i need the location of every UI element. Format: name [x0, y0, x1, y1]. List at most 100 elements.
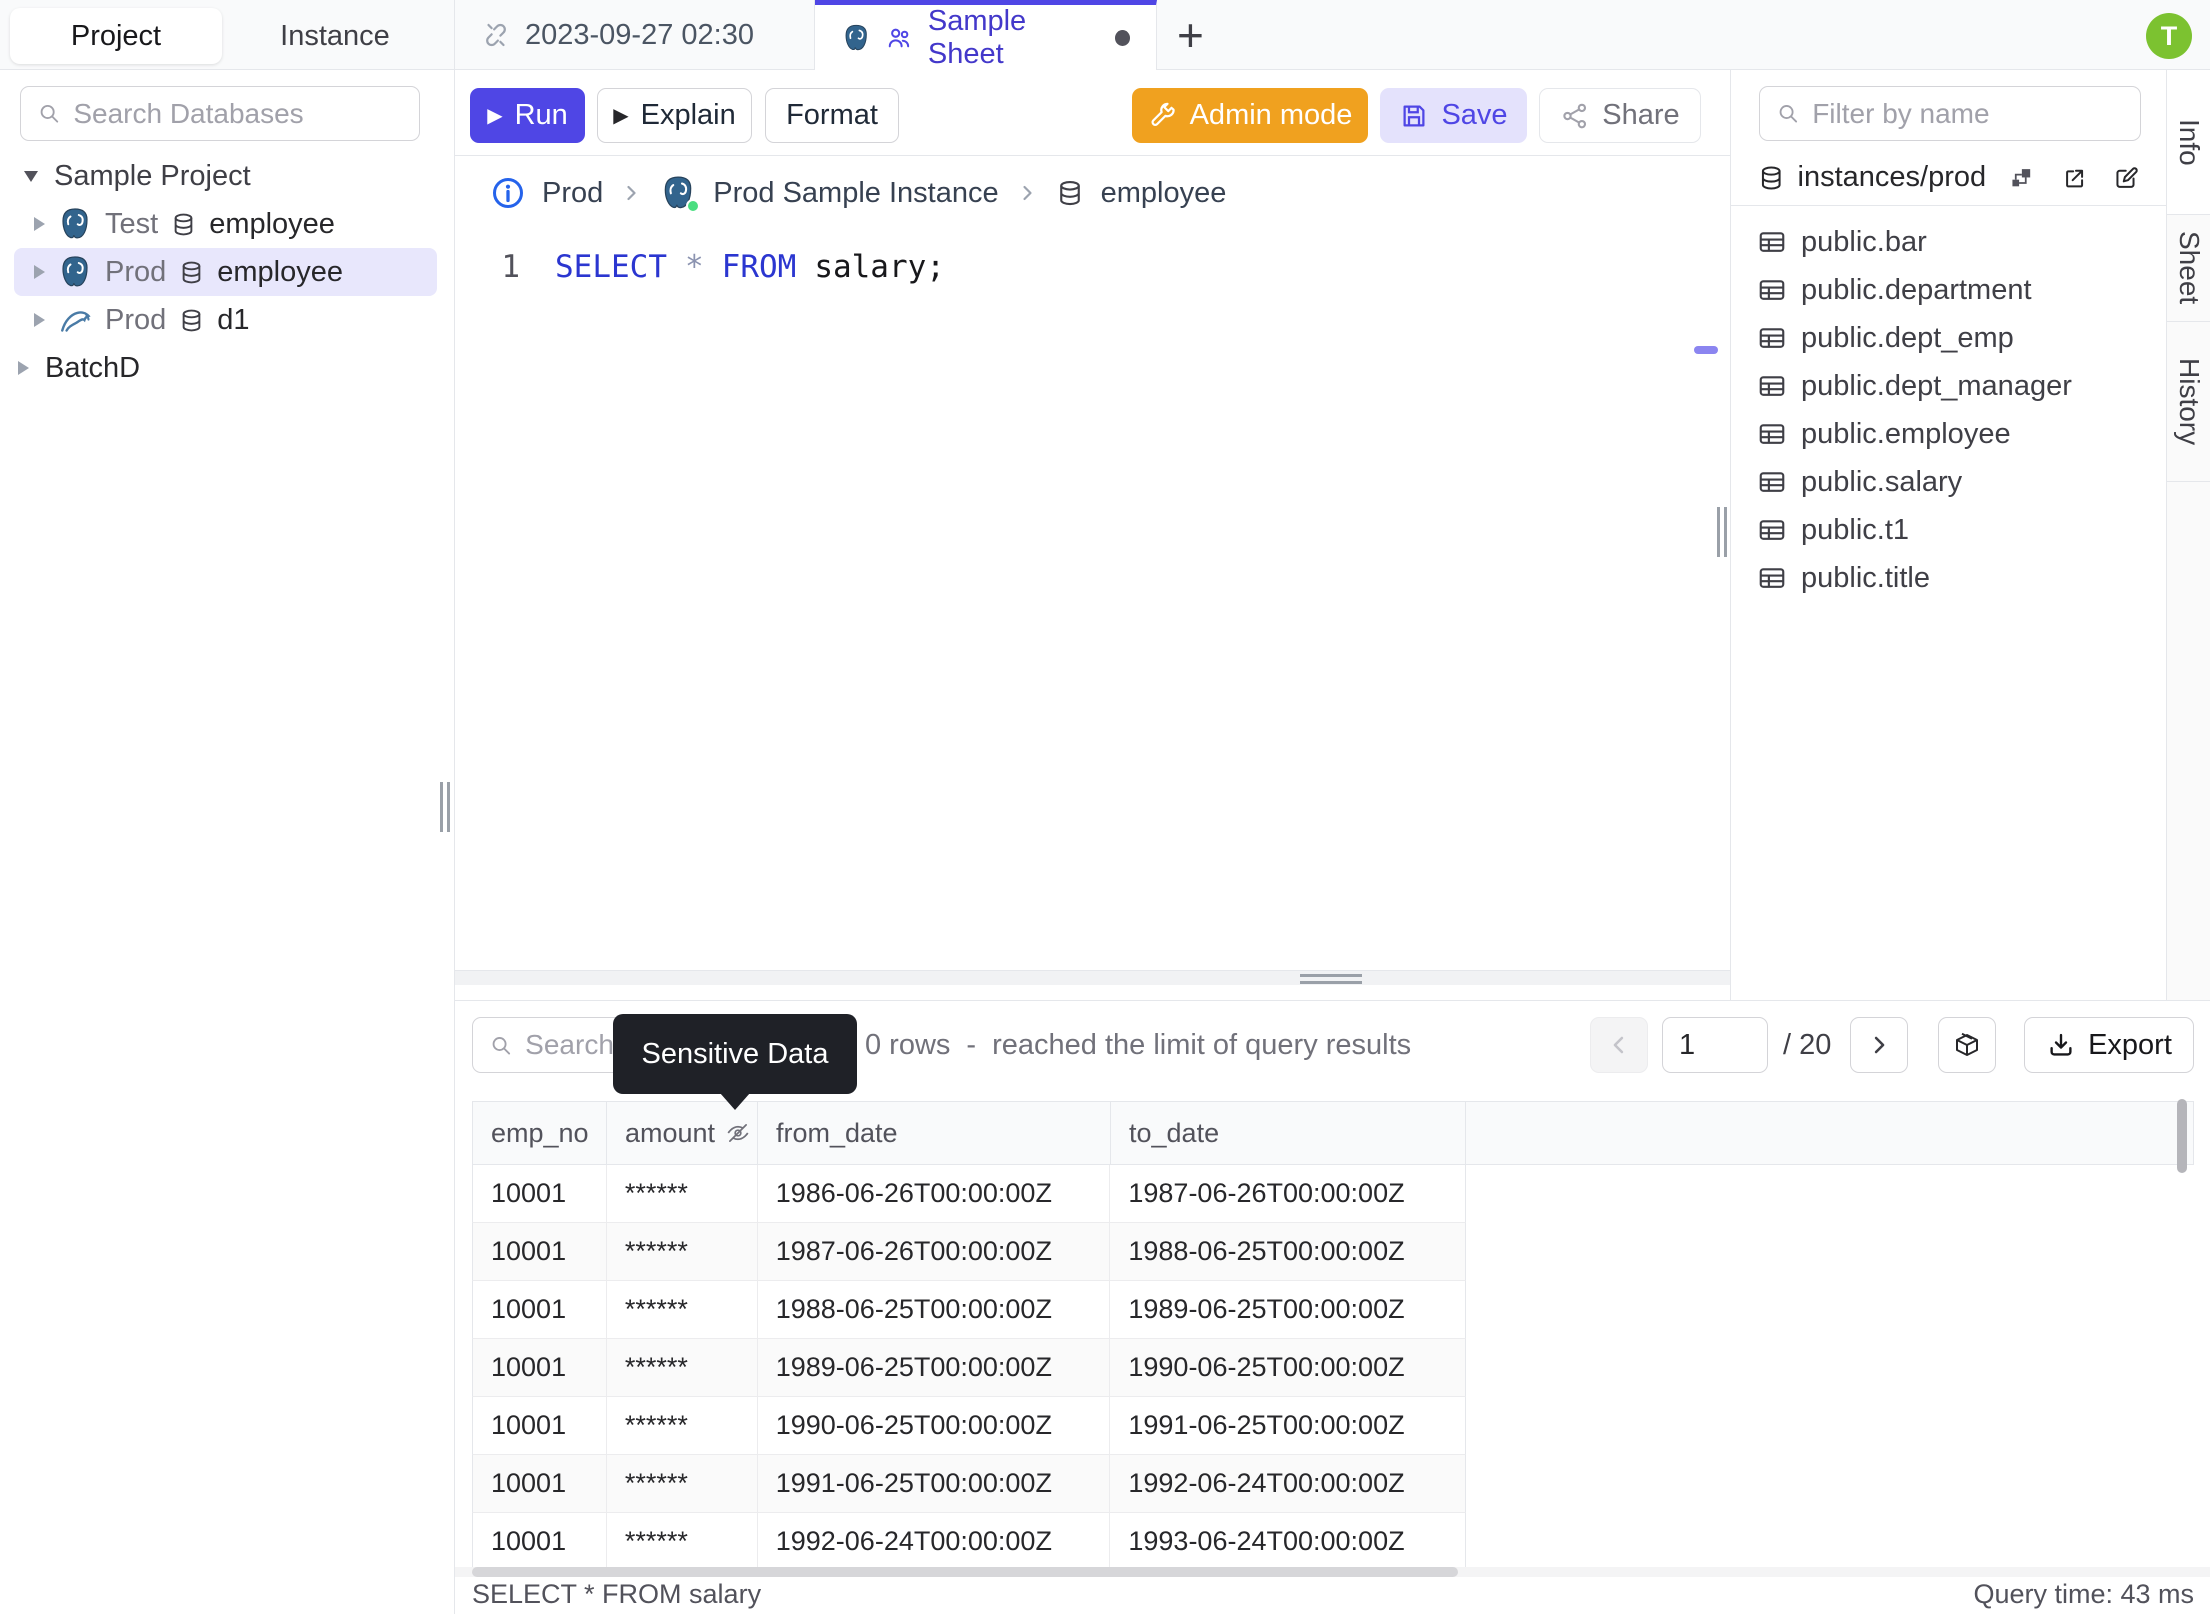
visualize-button[interactable]	[1938, 1017, 1996, 1073]
editor-line-1[interactable]: 1 SELECT * FROM salary;	[455, 244, 1730, 290]
cell-to-date[interactable]: 1987-06-26T00:00:00Z	[1110, 1165, 1465, 1222]
cell-from-date[interactable]: 1986-06-26T00:00:00Z	[758, 1165, 1111, 1222]
postgres-icon	[841, 22, 871, 54]
column-header-emp-no[interactable]: emp_no	[473, 1102, 607, 1164]
database-search[interactable]	[20, 86, 420, 141]
table-item[interactable]: public.dept_manager	[1731, 362, 2166, 410]
edit-icon[interactable]	[2113, 164, 2140, 192]
tree-node-prod-d1[interactable]: Prod d1	[0, 296, 455, 344]
cell-from-date[interactable]: 1990-06-25T00:00:00Z	[758, 1397, 1111, 1454]
table-item[interactable]: public.employee	[1731, 410, 2166, 458]
table-item[interactable]: public.bar	[1731, 218, 2166, 266]
table-row[interactable]: 10001 ****** 1986-06-26T00:00:00Z 1987-06-2…	[472, 1165, 1466, 1223]
admin-mode-button[interactable]: Admin mode	[1132, 88, 1368, 143]
column-header-amount[interactable]: amount	[607, 1102, 758, 1164]
explain-button[interactable]: ▶ Explain	[597, 88, 752, 143]
table-name: public.title	[1801, 561, 1930, 594]
cell-to-date[interactable]: 1991-06-25T00:00:00Z	[1110, 1397, 1465, 1454]
cell-amount-masked[interactable]: ******	[607, 1223, 758, 1280]
cell-from-date[interactable]: 1987-06-26T00:00:00Z	[758, 1223, 1111, 1280]
add-sheet-button[interactable]: +	[1177, 8, 1204, 62]
table-row[interactable]: 10001 ****** 1991-06-25T00:00:00Z 1992-06-2…	[472, 1455, 1466, 1513]
breadcrumb-instance[interactable]: Prod Sample Instance	[713, 177, 998, 210]
table-item[interactable]: public.title	[1731, 554, 2166, 602]
cell-to-date[interactable]: 1993-06-24T00:00:00Z	[1110, 1513, 1465, 1570]
tree-node-prod-employee-selected[interactable]: Prod employee	[14, 248, 437, 296]
column-header-from-date[interactable]: from_date	[758, 1102, 1111, 1164]
cell-emp-no[interactable]: 10001	[473, 1281, 607, 1338]
cell-amount-masked[interactable]: ******	[607, 1281, 758, 1338]
external-link-icon[interactable]	[2061, 164, 2088, 192]
breadcrumb-database[interactable]: employee	[1101, 177, 1227, 210]
instance-icon-wrap	[659, 174, 701, 213]
table-row[interactable]: 10001 ****** 1988-06-25T00:00:00Z 1989-06-2…	[472, 1281, 1466, 1339]
tree-node-sample-project[interactable]: Sample Project	[0, 152, 455, 200]
cell-amount-masked[interactable]: ******	[607, 1165, 758, 1222]
table-row[interactable]: 10001 ****** 1987-06-26T00:00:00Z 1988-06-2…	[472, 1223, 1466, 1281]
tab-history[interactable]: History	[2167, 322, 2210, 482]
table-item[interactable]: public.salary	[1731, 458, 2166, 506]
tab-instance[interactable]: Instance	[240, 8, 430, 64]
breadcrumb-environment[interactable]: Prod	[542, 177, 603, 210]
cell-to-date[interactable]: 1990-06-25T00:00:00Z	[1110, 1339, 1465, 1396]
prev-page-button[interactable]	[1590, 1017, 1648, 1073]
cell-emp-no[interactable]: 10001	[473, 1223, 607, 1280]
next-page-button[interactable]	[1850, 1017, 1908, 1073]
info-icon[interactable]	[490, 175, 526, 211]
table-row[interactable]: 10001 ****** 1990-06-25T00:00:00Z 1991-06-2…	[472, 1397, 1466, 1455]
panel-resize-handle[interactable]	[1717, 507, 1731, 562]
cell-to-date[interactable]: 1992-06-24T00:00:00Z	[1110, 1455, 1465, 1512]
cell-emp-no[interactable]: 10001	[473, 1455, 607, 1512]
run-button[interactable]: ▶ Run	[470, 88, 585, 143]
tab-sheet[interactable]: Sheet	[2167, 215, 2210, 322]
save-button[interactable]: Save	[1380, 88, 1527, 143]
horizontal-scrollbar-thumb[interactable]	[472, 1567, 1458, 1577]
results-divider[interactable]	[455, 970, 1730, 985]
sidebar-resize-handle[interactable]	[440, 782, 454, 837]
explain-label: Explain	[640, 99, 736, 131]
cell-emp-no[interactable]: 10001	[473, 1339, 607, 1396]
table-item[interactable]: public.dept_emp	[1731, 314, 2166, 362]
table-item[interactable]: public.t1	[1731, 506, 2166, 554]
cell-emp-no[interactable]: 10001	[473, 1397, 607, 1454]
cell-emp-no[interactable]: 10001	[473, 1513, 607, 1570]
table-row[interactable]: 10001 ****** 1992-06-24T00:00:00Z 1993-06-2…	[472, 1513, 1466, 1571]
user-avatar[interactable]: T	[2146, 13, 2192, 59]
cell-amount-masked[interactable]: ******	[607, 1339, 758, 1396]
tab-project[interactable]: Project	[10, 8, 222, 64]
tab-info[interactable]: Info	[2167, 70, 2210, 215]
cell-emp-no[interactable]: 10001	[473, 1165, 607, 1222]
search-icon	[489, 1032, 513, 1059]
cell-from-date[interactable]: 1989-06-25T00:00:00Z	[758, 1339, 1111, 1396]
database-search-input[interactable]	[73, 97, 403, 130]
column-header-to-date[interactable]: to_date	[1111, 1102, 1466, 1164]
tree-node-test-employee[interactable]: Test employee	[0, 200, 455, 248]
cell-amount-masked[interactable]: ******	[607, 1455, 758, 1512]
table-item[interactable]: public.department	[1731, 266, 2166, 314]
vertical-scrollbar-thumb[interactable]	[2177, 1099, 2187, 1173]
share-label: Share	[1602, 99, 1680, 131]
cell-amount-masked[interactable]: ******	[607, 1397, 758, 1454]
results-table-body: 10001 ****** 1986-06-26T00:00:00Z 1987-06-2…	[472, 1165, 1466, 1571]
download-icon	[2046, 1030, 2076, 1060]
table-filter[interactable]	[1759, 86, 2141, 141]
cell-to-date[interactable]: 1988-06-25T00:00:00Z	[1110, 1223, 1465, 1280]
cell-from-date[interactable]: 1988-06-25T00:00:00Z	[758, 1281, 1111, 1338]
format-button[interactable]: Format	[765, 88, 899, 143]
share-button[interactable]: Share	[1539, 88, 1701, 143]
panel-resize-handle[interactable]	[1300, 974, 1362, 988]
tree-node-batchd[interactable]: BatchD	[0, 344, 455, 392]
cell-from-date[interactable]: 1992-06-24T00:00:00Z	[758, 1513, 1111, 1570]
table-row[interactable]: 10001 ****** 1989-06-25T00:00:00Z 1990-06-2…	[472, 1339, 1466, 1397]
export-button[interactable]: Export	[2024, 1017, 2194, 1073]
table-filter-input[interactable]	[1812, 97, 2124, 130]
cell-from-date[interactable]: 1991-06-25T00:00:00Z	[758, 1455, 1111, 1512]
horizontal-scrollbar-track[interactable]	[455, 1567, 2210, 1577]
cell-to-date[interactable]: 1989-06-25T00:00:00Z	[1110, 1281, 1465, 1338]
cell-amount-masked[interactable]: ******	[607, 1513, 758, 1570]
right-tab-strip: Info Sheet History	[2166, 70, 2210, 1000]
sheet-tab-active[interactable]: Sample Sheet	[815, 0, 1157, 70]
page-number-input[interactable]	[1662, 1017, 1768, 1073]
schema-diagram-icon[interactable]	[2008, 164, 2035, 192]
sheet-tab-unsaved[interactable]: 2023-09-27 02:30	[455, 0, 815, 70]
